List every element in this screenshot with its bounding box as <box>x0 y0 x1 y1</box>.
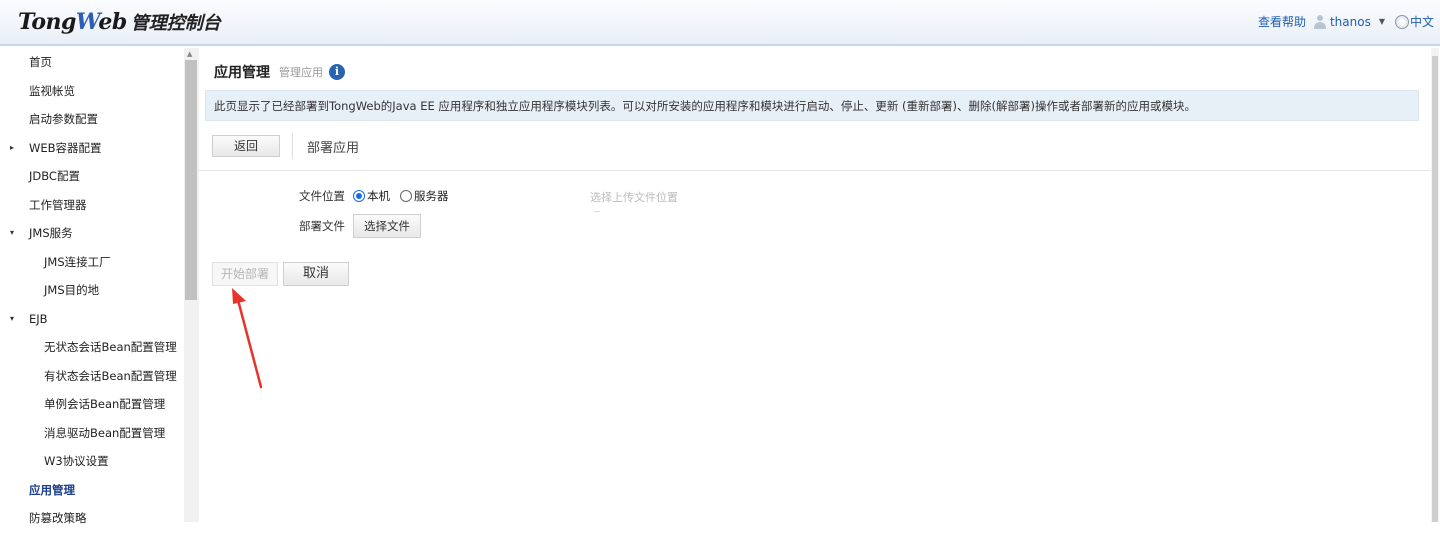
app-header: TongWeb 管理控制台 查看帮助 thanos ▼ 中文 <box>0 0 1440 46</box>
sidebar-item-label: EJB <box>29 311 48 326</box>
action-buttons: 开始部署 取消 <box>212 262 349 286</box>
user-icon <box>1312 14 1328 30</box>
page-subtitle: 管理应用 <box>279 66 323 79</box>
sidebar-item-stateless-bean[interactable]: 无状态会话Bean配置管理 <box>0 333 199 362</box>
sidebar-item-singleton-bean[interactable]: 单例会话Bean配置管理 <box>0 390 199 419</box>
scroll-up-icon[interactable]: ▲ <box>187 50 192 58</box>
user-menu[interactable]: thanos <box>1330 15 1371 29</box>
cancel-button[interactable]: 取消 <box>283 262 349 286</box>
header-toolbar: 查看帮助 thanos ▼ 中文 <box>1258 13 1434 30</box>
globe-icon <box>1394 14 1409 29</box>
logo-subtitle: 管理控制台 <box>130 13 221 34</box>
deploy-file-label: 部署文件 <box>299 219 345 233</box>
help-link[interactable]: 查看帮助 <box>1258 13 1306 30</box>
collapse-arrow-icon[interactable]: ▾ <box>10 219 14 248</box>
radio-local[interactable] <box>353 190 365 202</box>
main-scroll-thumb[interactable] <box>1432 56 1438 522</box>
back-button[interactable]: 返回 <box>212 135 280 157</box>
sidebar-item-startup-params[interactable]: 启动参数配置 <box>0 105 199 134</box>
upload-location-hint: 选择上传文件位置 <box>590 191 678 204</box>
hint-dash <box>594 211 600 212</box>
sidebar-item-label: JMS服务 <box>29 226 73 240</box>
section-title: 部署应用 <box>307 140 360 156</box>
sidebar-item-jms-destination[interactable]: JMS目的地 <box>0 276 199 305</box>
toolbar-divider <box>292 133 293 159</box>
file-location-row: 文件位置 本机 服务器 <box>299 188 459 204</box>
nav-list: 首页 监视帐览 启动参数配置 ▸ WEB容器配置 JDBC配置 工作管理器 ▾ … <box>0 48 199 533</box>
start-deploy-button[interactable]: 开始部署 <box>212 262 278 286</box>
expand-arrow-icon[interactable]: ▸ <box>10 134 14 163</box>
main-scrollbar[interactable] <box>1431 48 1439 522</box>
tongweb-logo: TongWeb 管理控制台 <box>18 9 221 37</box>
sidebar-item-web-container[interactable]: ▸ WEB容器配置 <box>0 134 199 163</box>
sidebar-item-monitor[interactable]: 监视帐览 <box>0 77 199 106</box>
language-switch[interactable]: 中文 <box>1410 13 1434 30</box>
sidebar-item-mdb[interactable]: 消息驱动Bean配置管理 <box>0 419 199 448</box>
choose-file-button[interactable]: 选择文件 <box>353 214 421 238</box>
sidebar-item-jms-conn-factory[interactable]: JMS连接工厂 <box>0 248 199 277</box>
sidebar-item-w3-protocol[interactable]: W3协议设置 <box>0 447 199 476</box>
divider <box>199 170 1435 171</box>
file-location-label: 文件位置 <box>299 189 345 203</box>
sidebar-item-stateful-bean[interactable]: 有状态会话Bean配置管理 <box>0 362 199 391</box>
sidebar-item-jms[interactable]: ▾ JMS服务 <box>0 219 199 248</box>
sidebar-item-ejb[interactable]: ▾ EJB <box>0 305 199 334</box>
logo-brand: TongWeb <box>18 9 127 35</box>
page-description: 此页显示了已经部署到TongWeb的Java EE 应用程序和独立应用程序模块列… <box>205 90 1419 121</box>
radio-server-label[interactable]: 服务器 <box>414 188 449 204</box>
sidebar-item-home[interactable]: 首页 <box>0 48 199 77</box>
deploy-file-row: 部署文件 选择文件 <box>299 214 421 238</box>
sidebar-item-app-management[interactable]: 应用管理 <box>0 476 199 505</box>
info-icon[interactable]: i <box>329 64 345 80</box>
sidebar-item-work-manager[interactable]: 工作管理器 <box>0 191 199 220</box>
collapse-arrow-icon[interactable]: ▾ <box>10 305 14 334</box>
page-toolbar: 返回 部署应用 <box>212 133 359 159</box>
page-title: 应用管理 <box>214 65 270 81</box>
sidebar-scroll-thumb[interactable] <box>185 60 197 300</box>
sidebar-item-tamper-policy[interactable]: 防篡改策略 <box>0 504 199 533</box>
sidebar-scrollbar[interactable]: ▲ <box>184 48 199 522</box>
caret-down-icon[interactable]: ▼ <box>1379 17 1385 26</box>
sidebar-item-jdbc[interactable]: JDBC配置 <box>0 162 199 191</box>
radio-local-label[interactable]: 本机 <box>367 188 390 204</box>
main-content: 应用管理 管理应用 i 此页显示了已经部署到TongWeb的Java EE 应用… <box>199 48 1440 522</box>
page-titlebar: 应用管理 管理应用 i <box>214 62 345 82</box>
sidebar-item-label: WEB容器配置 <box>29 140 102 155</box>
radio-server[interactable] <box>400 190 412 202</box>
sidebar-nav: 首页 监视帐览 启动参数配置 ▸ WEB容器配置 JDBC配置 工作管理器 ▾ … <box>0 48 199 525</box>
